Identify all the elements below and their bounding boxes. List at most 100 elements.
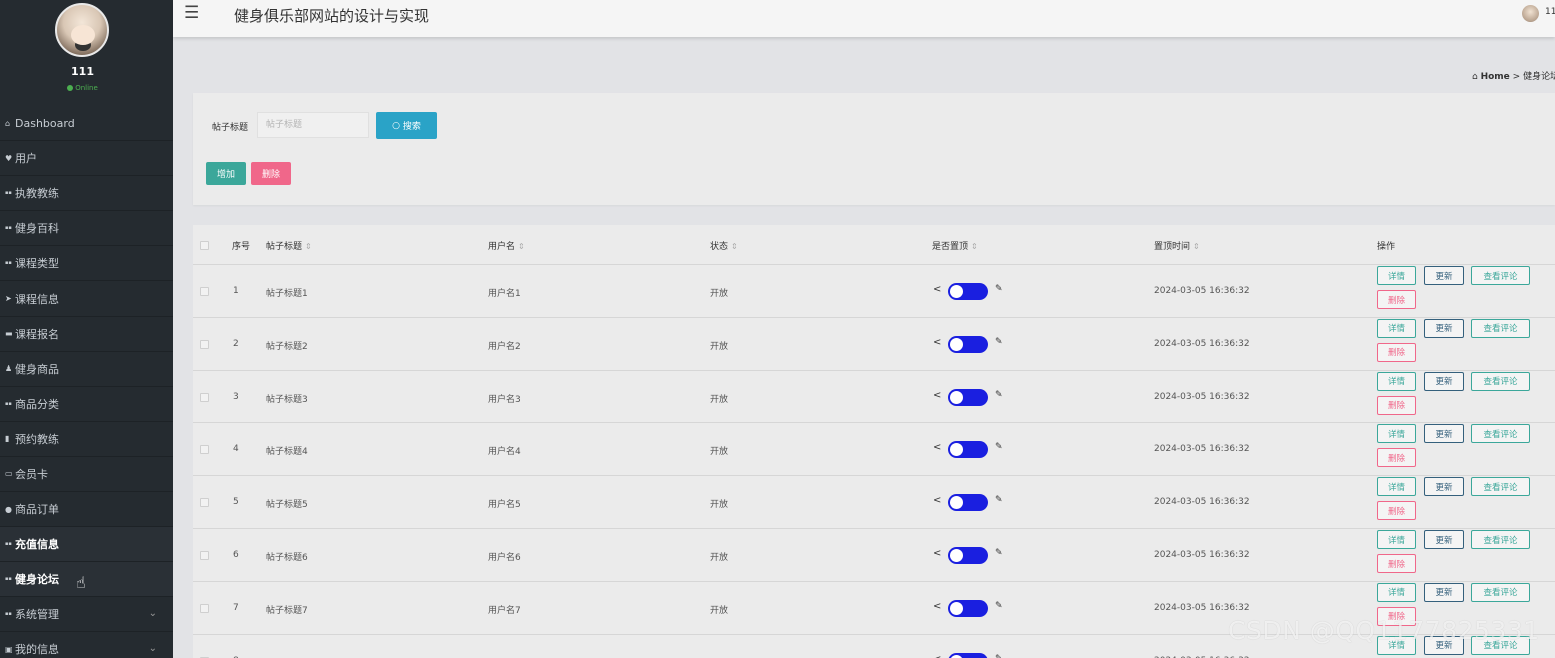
view-comments-button[interactable]: 查看评论: [1471, 266, 1530, 285]
row-checkbox[interactable]: [200, 603, 209, 613]
column-header-user[interactable]: 用户名 ⇕: [488, 239, 525, 252]
share-icon[interactable]: <: [933, 337, 941, 348]
sidebar-item[interactable]: ▮ 预约教练: [0, 422, 173, 457]
breadcrumb-home[interactable]: Home: [1481, 72, 1510, 82]
row-checkbox[interactable]: [200, 392, 209, 402]
row-delete-button[interactable]: 删除: [1377, 554, 1416, 573]
add-button[interactable]: 增加: [206, 162, 246, 185]
select-all-checkbox[interactable]: [200, 241, 209, 250]
chevron-down-icon[interactable]: ⌄: [149, 608, 157, 619]
sidebar-item[interactable]: ● 商品订单: [0, 492, 173, 528]
sidebar-item[interactable]: ▪▪ 健身论坛: [0, 562, 173, 598]
sidebar-item[interactable]: ♟ 健身商品: [0, 352, 173, 387]
detail-button[interactable]: 详情: [1377, 424, 1416, 444]
update-button[interactable]: 更新: [1424, 424, 1464, 444]
share-icon[interactable]: <: [933, 548, 941, 559]
share-icon[interactable]: <: [933, 495, 941, 506]
sidebar-item[interactable]: ▣ 我的信息 ⌄: [0, 632, 173, 658]
edit-icon[interactable]: ✎: [995, 390, 1003, 400]
pin-toggle[interactable]: [948, 652, 988, 658]
edit-icon[interactable]: ✎: [995, 601, 1003, 611]
view-comments-button[interactable]: 查看评论: [1471, 318, 1530, 338]
detail-button[interactable]: 详情: [1377, 371, 1416, 391]
sort-icon[interactable]: ⇕: [971, 242, 978, 251]
view-comments-button[interactable]: 查看评论: [1471, 530, 1530, 549]
breadcrumb-separator: >: [1512, 72, 1521, 82]
detail-button[interactable]: 详情: [1377, 266, 1416, 285]
row-delete-button[interactable]: 删除: [1377, 395, 1416, 415]
sidebar-item[interactable]: ▭ 会员卡: [0, 457, 173, 493]
pin-toggle[interactable]: [948, 283, 988, 300]
update-button[interactable]: 更新: [1424, 477, 1464, 497]
search-button[interactable]: ○ 搜索: [376, 112, 437, 139]
sort-icon[interactable]: ⇕: [305, 242, 312, 251]
user-avatar[interactable]: [1522, 5, 1539, 22]
sidebar-item[interactable]: ♥ 用户: [0, 141, 173, 177]
card-icon: ▭: [5, 469, 13, 479]
pin-toggle[interactable]: [948, 441, 988, 459]
delete-button[interactable]: 删除: [251, 162, 291, 185]
sidebar-item[interactable]: ➤ 课程信息: [0, 281, 173, 317]
user-name[interactable]: 111: [1545, 7, 1555, 17]
column-header-status[interactable]: 状态 ⇕: [710, 239, 738, 252]
detail-button[interactable]: 详情: [1377, 318, 1416, 338]
sort-icon[interactable]: ⇕: [1193, 242, 1200, 251]
row-checkbox[interactable]: [200, 339, 209, 349]
update-button[interactable]: 更新: [1424, 266, 1464, 285]
edit-icon[interactable]: ✎: [995, 654, 1003, 658]
menu-toggle-icon[interactable]: ☰: [184, 3, 199, 23]
sidebar-item[interactable]: ▪▪ 执教教练: [0, 176, 173, 212]
detail-button[interactable]: 详情: [1377, 582, 1416, 602]
row-delete-button[interactable]: 删除: [1377, 501, 1416, 521]
row-checkbox[interactable]: [200, 551, 209, 560]
row-checkbox[interactable]: [200, 287, 209, 296]
sidebar-item[interactable]: ⌂ Dashboard: [0, 106, 173, 142]
pin-toggle[interactable]: [948, 599, 988, 617]
detail-button[interactable]: 详情: [1377, 530, 1416, 549]
column-header-title[interactable]: 帖子标题 ⇕: [266, 239, 312, 252]
cell-status: 开放: [710, 500, 729, 511]
view-comments-button[interactable]: 查看评论: [1471, 477, 1530, 497]
edit-icon[interactable]: ✎: [995, 337, 1003, 347]
edit-icon[interactable]: ✎: [995, 284, 1003, 294]
edit-icon[interactable]: ✎: [995, 442, 1003, 452]
detail-button[interactable]: 详情: [1377, 477, 1416, 497]
avatar[interactable]: [55, 3, 109, 57]
chevron-down-icon[interactable]: ⌄: [149, 643, 157, 654]
row-delete-button[interactable]: 删除: [1377, 290, 1416, 309]
edit-icon[interactable]: ✎: [995, 495, 1003, 505]
column-header-pinned[interactable]: 是否置顶 ⇕: [932, 239, 978, 252]
sidebar-item[interactable]: ▪▪ 健身百科: [0, 211, 173, 247]
row-checkbox[interactable]: [200, 498, 209, 508]
pin-toggle[interactable]: [948, 547, 988, 564]
view-comments-button[interactable]: 查看评论: [1471, 424, 1530, 444]
view-comments-button[interactable]: 查看评论: [1471, 582, 1530, 602]
update-button[interactable]: 更新: [1424, 318, 1464, 338]
share-icon[interactable]: <: [933, 654, 941, 658]
row-delete-button[interactable]: 删除: [1377, 448, 1416, 468]
update-button[interactable]: 更新: [1424, 371, 1464, 391]
update-button[interactable]: 更新: [1424, 530, 1464, 549]
sidebar-item[interactable]: ▬ 课程报名: [0, 317, 173, 352]
share-icon[interactable]: <: [933, 442, 941, 453]
sort-icon[interactable]: ⇕: [518, 242, 525, 251]
row-delete-button[interactable]: 删除: [1377, 342, 1416, 362]
share-icon[interactable]: <: [933, 390, 941, 401]
view-comments-button[interactable]: 查看评论: [1471, 371, 1530, 391]
column-header-pin-time[interactable]: 置顶时间 ⇕: [1154, 239, 1200, 252]
sort-icon[interactable]: ⇕: [731, 242, 738, 251]
search-input[interactable]: [257, 112, 369, 138]
row-checkbox[interactable]: [200, 445, 209, 455]
pin-toggle[interactable]: [948, 335, 988, 353]
share-icon[interactable]: <: [933, 284, 941, 295]
share-icon[interactable]: <: [933, 601, 941, 612]
pin-toggle[interactable]: [948, 388, 988, 406]
sidebar-item[interactable]: ▪▪ 课程类型: [0, 246, 173, 282]
pin-toggle[interactable]: [948, 494, 988, 512]
sidebar-item[interactable]: ▪▪ 充值信息: [0, 527, 173, 563]
update-button[interactable]: 更新: [1424, 582, 1464, 602]
sidebar-item[interactable]: ▪▪ 系统管理 ⌄: [0, 597, 173, 633]
cell-status: 开放: [710, 341, 729, 352]
sidebar-item[interactable]: ▪▪ 商品分类: [0, 387, 173, 422]
edit-icon[interactable]: ✎: [995, 548, 1003, 558]
